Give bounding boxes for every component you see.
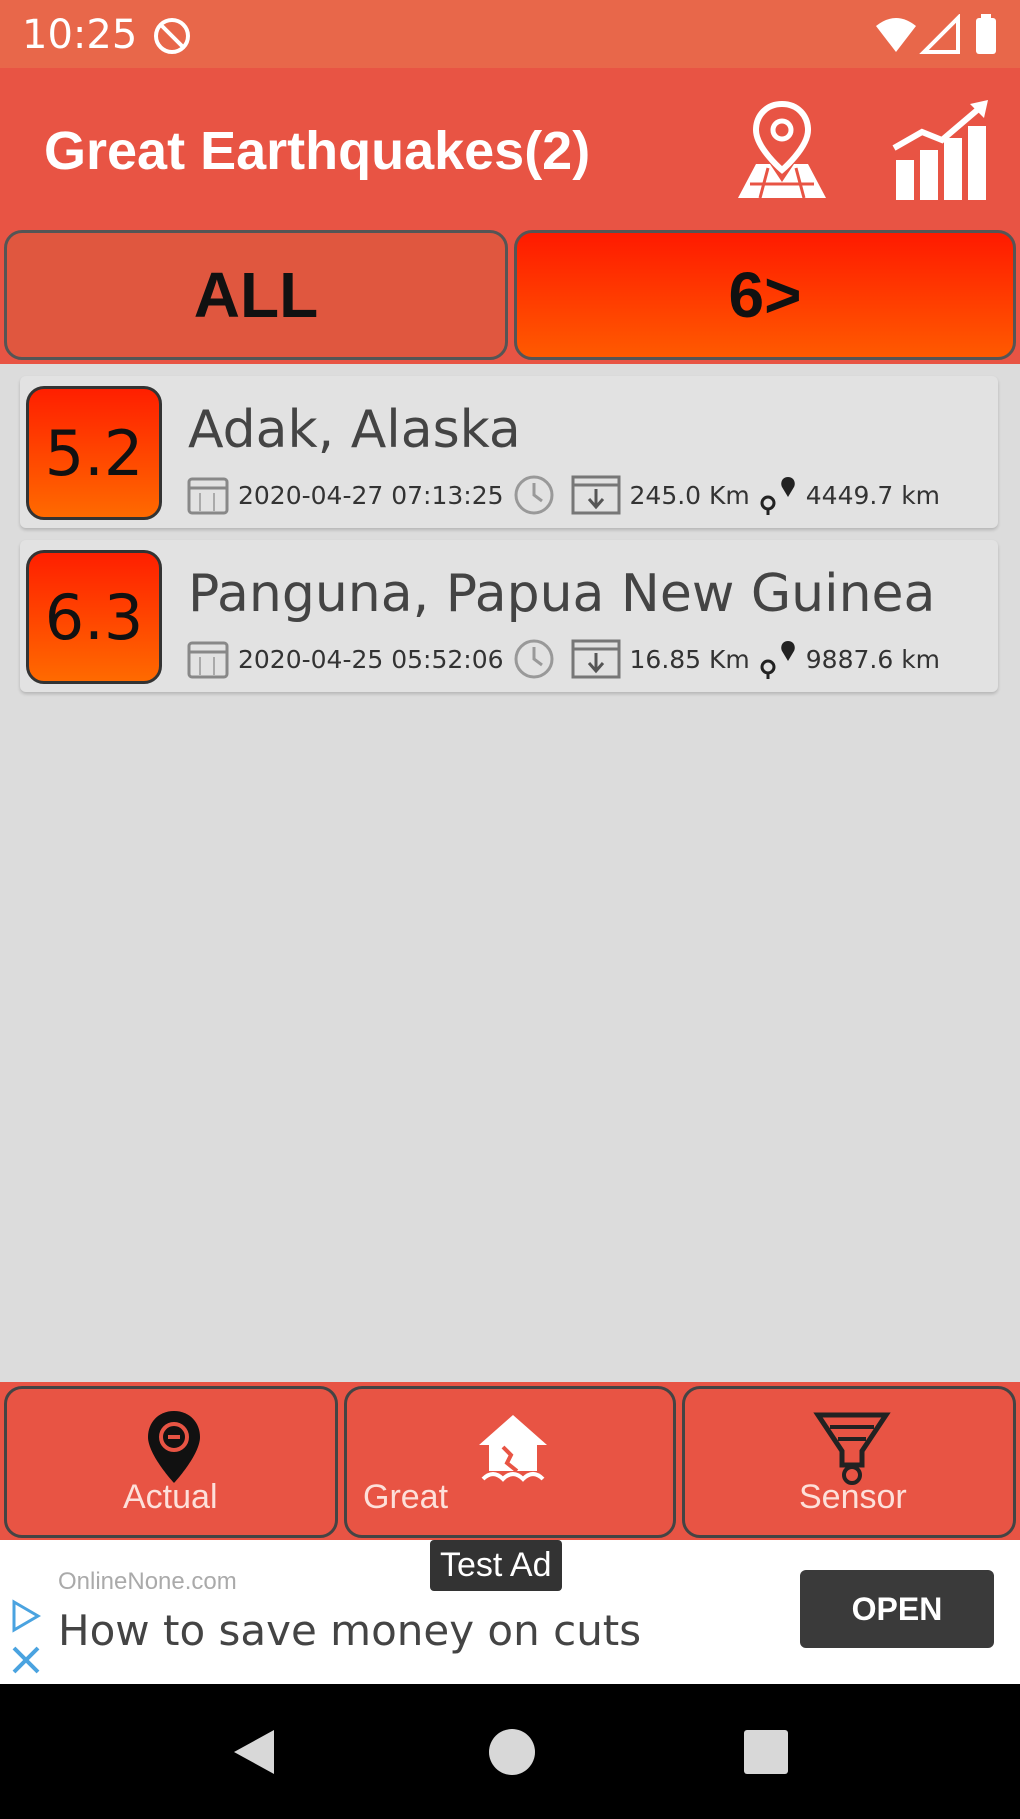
sensor-funnel-icon [813,1412,891,1485]
filter-six-plus-button[interactable]: 6> [514,230,1016,360]
list-item[interactable]: 5.2 Adak, Alaska 2020-04-27 07:13:25 245… [20,376,998,528]
depth: 16.85 Km [629,644,750,674]
map-pin-icon[interactable] [730,98,834,202]
list-item[interactable]: 6.3 Panguna, Papua New Guinea 2020-04-25… [20,540,998,692]
signal-icon [919,14,960,54]
place-name: Panguna, Papua New Guinea [188,564,936,624]
depth-icon [571,475,621,515]
nav-actual-button[interactable]: Actual [4,1386,338,1538]
earthquake-list: 5.2 Adak, Alaska 2020-04-27 07:13:25 245… [0,364,1020,1382]
system-nav-bar [0,1684,1020,1819]
distance: 4449.7 km [805,480,941,510]
home-icon[interactable] [486,1726,538,1778]
magnitude-badge: 5.2 [26,386,162,520]
status-icons [876,14,996,54]
distance: 9887.6 km [805,644,941,674]
location-pin-icon [148,1411,200,1483]
nav-sensor-button[interactable]: Sensor [682,1386,1016,1538]
nav-actual-label: Actual [123,1478,218,1516]
recents-icon[interactable] [742,1728,790,1776]
depth: 245.0 Km [629,480,750,510]
datetime: 2020-04-27 07:13:25 [238,480,504,510]
magnitude-badge: 6.3 [26,550,162,684]
battery-icon [976,18,996,54]
app-bar: Great Earthquakes(2) [0,68,1020,228]
ad-source: OnlineNone.com [58,1568,237,1595]
back-icon[interactable] [228,1726,280,1778]
nav-great-button[interactable]: Great [344,1386,676,1538]
earthquake-meta: 2020-04-27 07:13:25 245.0 Km 4449.7 km [186,472,948,518]
ad-choices-icon[interactable] [8,1598,44,1678]
filter-tabs: ALL 6> [0,228,1020,364]
ad-open-button[interactable]: OPEN [800,1570,994,1648]
status-time: 10:25 [22,12,138,58]
status-bar: 10:25 [0,0,1020,68]
bottom-nav: Actual Great Sensor [0,1382,1020,1540]
place-name: Adak, Alaska [188,400,521,460]
ad-banner[interactable]: Test Ad OnlineNone.com How to save money… [0,1540,1020,1684]
calendar-icon [187,641,229,679]
earthquake-meta: 2020-04-25 05:52:06 16.85 Km 9887.6 km [186,636,948,682]
house-damage-icon [479,1415,547,1482]
calendar-icon [187,477,229,515]
filter-all-button[interactable]: ALL [4,230,508,360]
nav-great-label: Great [363,1478,449,1516]
distance-pin-icon [760,477,795,515]
nav-sensor-label: Sensor [799,1478,907,1516]
wifi-icon [876,18,916,52]
test-ad-badge: Test Ad [430,1540,562,1591]
ad-headline: How to save money on cuts [58,1606,642,1655]
clock-icon [514,475,554,515]
distance-pin-icon [760,641,795,679]
chart-icon[interactable] [890,98,994,202]
datetime: 2020-04-25 05:52:06 [238,644,504,674]
do-not-disturb-icon [154,18,190,54]
page-title: Great Earthquakes(2) [44,121,591,181]
depth-icon [571,639,621,679]
clock-icon [514,639,554,679]
